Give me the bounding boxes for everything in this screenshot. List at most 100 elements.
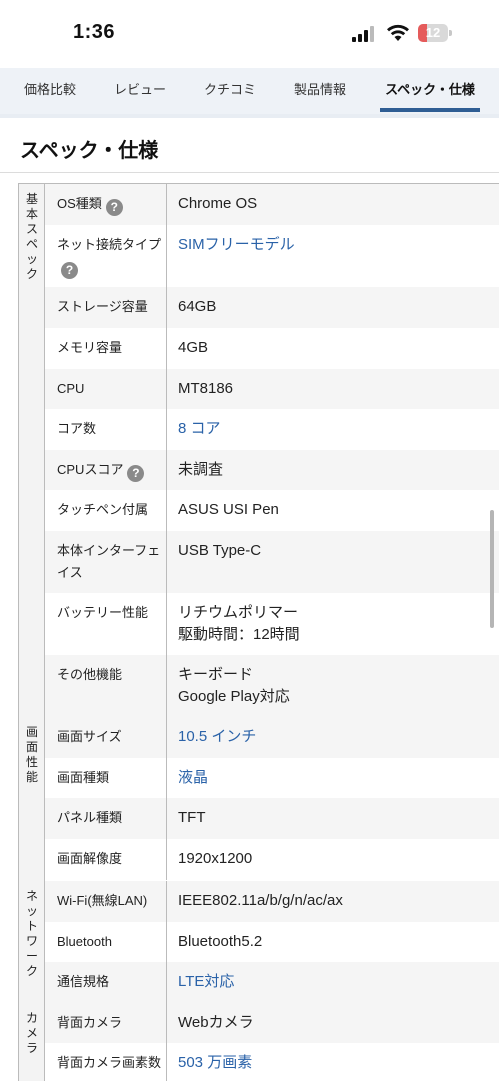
spec-value-text[interactable]: 液晶 bbox=[178, 767, 488, 789]
section-title: スペック・仕様 bbox=[20, 140, 159, 162]
spec-value-text[interactable]: LTE対応 bbox=[178, 971, 488, 993]
spec-value-link[interactable]: 8 コア bbox=[178, 418, 488, 440]
tab-price-compare[interactable]: 価格比較 bbox=[10, 68, 90, 114]
spec-value-text[interactable]: 10.5 インチ bbox=[178, 726, 488, 748]
spec-row: Wi-Fi(無線LAN) IEEE802.11a/b/g/n/ac/ax bbox=[45, 881, 499, 922]
spec-key-cell: 通信規格 bbox=[45, 962, 167, 1003]
section-divider bbox=[0, 172, 499, 173]
spec-key-label: 画面解像度 bbox=[57, 851, 123, 866]
spec-key-label: 通信規格 bbox=[57, 974, 110, 989]
spec-value-text: Chrome OS bbox=[178, 195, 258, 212]
spec-value-text: キーボード bbox=[178, 666, 254, 683]
status-bar: 1:36 12 bbox=[0, 0, 499, 68]
spec-value: 1920x1200 bbox=[178, 848, 488, 870]
spec-value-link[interactable]: 503 万画素 bbox=[178, 1052, 488, 1074]
tab-kuchikomi[interactable]: クチコミ bbox=[190, 68, 270, 114]
spec-key-label: メモリ容量 bbox=[57, 340, 123, 355]
spec-value: MT8186 bbox=[178, 378, 488, 400]
spec-row: コア数 8 コア bbox=[45, 409, 499, 450]
spec-group-display: 画面性能 画面サイズ 10.5 インチ画面種類 液晶 パネル種類 TFT 画面解像度 1920… bbox=[19, 717, 499, 882]
spec-key-cell: OS種類? bbox=[45, 184, 167, 225]
spec-group-camera: カメラ 背面カメラ Webカメラ背面カメラ画素数 503 万画素 bbox=[19, 1003, 499, 1081]
spec-key-cell: コア数 bbox=[45, 409, 167, 450]
spec-table: 基本スペック OS種類? Chrome OS ネット接続タイプ? SIMフリーモデルスト… bbox=[18, 183, 499, 1081]
spec-value: 64GB bbox=[178, 296, 488, 318]
spec-key-label: バッテリー性能 bbox=[57, 605, 149, 620]
help-icon[interactable]: ? bbox=[105, 199, 123, 216]
spec-key-cell: ネット接続タイプ? bbox=[45, 225, 167, 287]
spec-value: TFT bbox=[178, 807, 488, 829]
spec-value-link[interactable]: LTE対応 bbox=[178, 971, 488, 993]
spec-value-link[interactable]: 液晶 bbox=[178, 767, 488, 789]
spec-row: バッテリー性能 リチウムポリマー 駆動時間：12時間 bbox=[45, 593, 499, 655]
spec-key-cell: 画面種類 bbox=[45, 758, 167, 798]
spec-key-label: 画面種類 bbox=[57, 770, 110, 785]
spec-group-network: ネットワーク Wi-Fi(無線LAN) IEEE802.11a/b/g/n/ac/a… bbox=[19, 881, 499, 1004]
help-icon[interactable]: ? bbox=[61, 262, 78, 279]
spec-row: その他機能 キーボード Google Play対応 bbox=[45, 655, 499, 717]
spec-row: 本体インターフェイス USB Type-C bbox=[45, 531, 499, 593]
spec-key-label: 背面カメラ画素数 bbox=[57, 1055, 162, 1070]
spec-key-label: CPUスコア bbox=[57, 462, 124, 477]
spec-group-label-text: カメラ bbox=[25, 1011, 38, 1055]
help-icon[interactable]: ? bbox=[127, 465, 145, 482]
status-time: 1:36 bbox=[73, 21, 116, 43]
spec-key-cell: CPUスコア? bbox=[45, 450, 167, 490]
spec-key-cell: Bluetooth bbox=[45, 922, 167, 962]
spec-value-text-line2: Google Play対応 bbox=[178, 688, 290, 705]
spec-value-text[interactable]: SIMフリーモデル bbox=[178, 234, 488, 256]
spec-key-label: ネット接続タイプ bbox=[57, 237, 162, 252]
scrollbar[interactable] bbox=[490, 510, 494, 628]
spec-value: 未調査 bbox=[178, 459, 488, 481]
spec-value: Webカメラ bbox=[178, 1012, 488, 1034]
spec-group-label-text: 基本スペック bbox=[25, 192, 38, 281]
spec-row: CPUスコア? 未調査 bbox=[45, 450, 499, 490]
spec-row: タッチペン付属 ASUS USI Pen bbox=[45, 490, 499, 531]
spec-value-text: Bluetooth5.2 bbox=[178, 933, 263, 950]
wifi-icon bbox=[387, 24, 409, 41]
spec-key-cell: ストレージ容量 bbox=[45, 287, 167, 328]
spec-row: 背面カメラ画素数 503 万画素 bbox=[45, 1043, 499, 1081]
spec-value-link[interactable]: SIMフリーモデル bbox=[178, 234, 488, 256]
spec-key-label: タッチペン付属 bbox=[57, 502, 149, 517]
spec-row: ネット接続タイプ? SIMフリーモデル bbox=[45, 225, 499, 287]
spec-group-label-text: ネットワーク bbox=[25, 889, 38, 978]
spec-row: 画面種類 液晶 bbox=[45, 758, 499, 798]
tab-review[interactable]: レビュー bbox=[100, 68, 180, 114]
spec-value-text: MT8186 bbox=[178, 380, 234, 397]
spec-group-label: 画面性能 bbox=[19, 717, 45, 881]
spec-value: Bluetooth5.2 bbox=[178, 931, 488, 953]
spec-value-text-line2: 駆動時間：12時間 bbox=[178, 626, 300, 643]
spec-key-cell: 画面サイズ bbox=[45, 717, 167, 758]
spec-value-text: 4GB bbox=[178, 339, 209, 356]
spec-row: 通信規格 LTE対応 bbox=[45, 962, 499, 1003]
spec-value-text: Webカメラ bbox=[178, 1014, 254, 1031]
spec-value-text[interactable]: 503 万画素 bbox=[178, 1052, 488, 1074]
spec-group-label: カメラ bbox=[19, 1003, 45, 1081]
spec-row: 画面解像度 1920x1200 bbox=[45, 839, 499, 880]
spec-key-label: CPU bbox=[57, 381, 85, 396]
spec-row: パネル種類 TFT bbox=[45, 798, 499, 839]
spec-value-text: IEEE802.11a/b/g/n/ac/ax bbox=[178, 892, 343, 909]
spec-key-label: OS種類 bbox=[57, 196, 102, 211]
spec-row: 背面カメラ Webカメラ bbox=[45, 1003, 499, 1043]
spec-value-text: 未調査 bbox=[178, 461, 224, 478]
active-tab-indicator bbox=[380, 108, 480, 112]
spec-value-text[interactable]: 8 コア bbox=[178, 418, 488, 440]
spec-value-text: ASUS USI Pen bbox=[178, 501, 279, 518]
spec-group-label-text: 画面性能 bbox=[25, 725, 38, 784]
spec-key-cell: その他機能 bbox=[45, 655, 167, 717]
spec-value: キーボード Google Play対応 bbox=[178, 664, 488, 708]
spec-row: メモリ容量 4GB bbox=[45, 328, 499, 369]
spec-value-link[interactable]: 10.5 インチ bbox=[178, 726, 488, 748]
spec-value: IEEE802.11a/b/g/n/ac/ax bbox=[178, 890, 488, 912]
battery-level: 12 bbox=[425, 25, 441, 40]
spec-key-label: 背面カメラ bbox=[57, 1015, 123, 1030]
spec-key-label: ストレージ容量 bbox=[57, 299, 148, 314]
spec-value-text: 1920x1200 bbox=[178, 850, 253, 867]
spec-value: 4GB bbox=[178, 337, 488, 359]
tab-product-info[interactable]: 製品情報 bbox=[280, 68, 360, 114]
spec-group-basic-spec: 基本スペック OS種類? Chrome OS ネット接続タイプ? SIMフリーモデルスト… bbox=[19, 184, 499, 718]
spec-key-cell: パネル種類 bbox=[45, 798, 167, 839]
spec-row: CPU MT8186 bbox=[45, 369, 499, 409]
